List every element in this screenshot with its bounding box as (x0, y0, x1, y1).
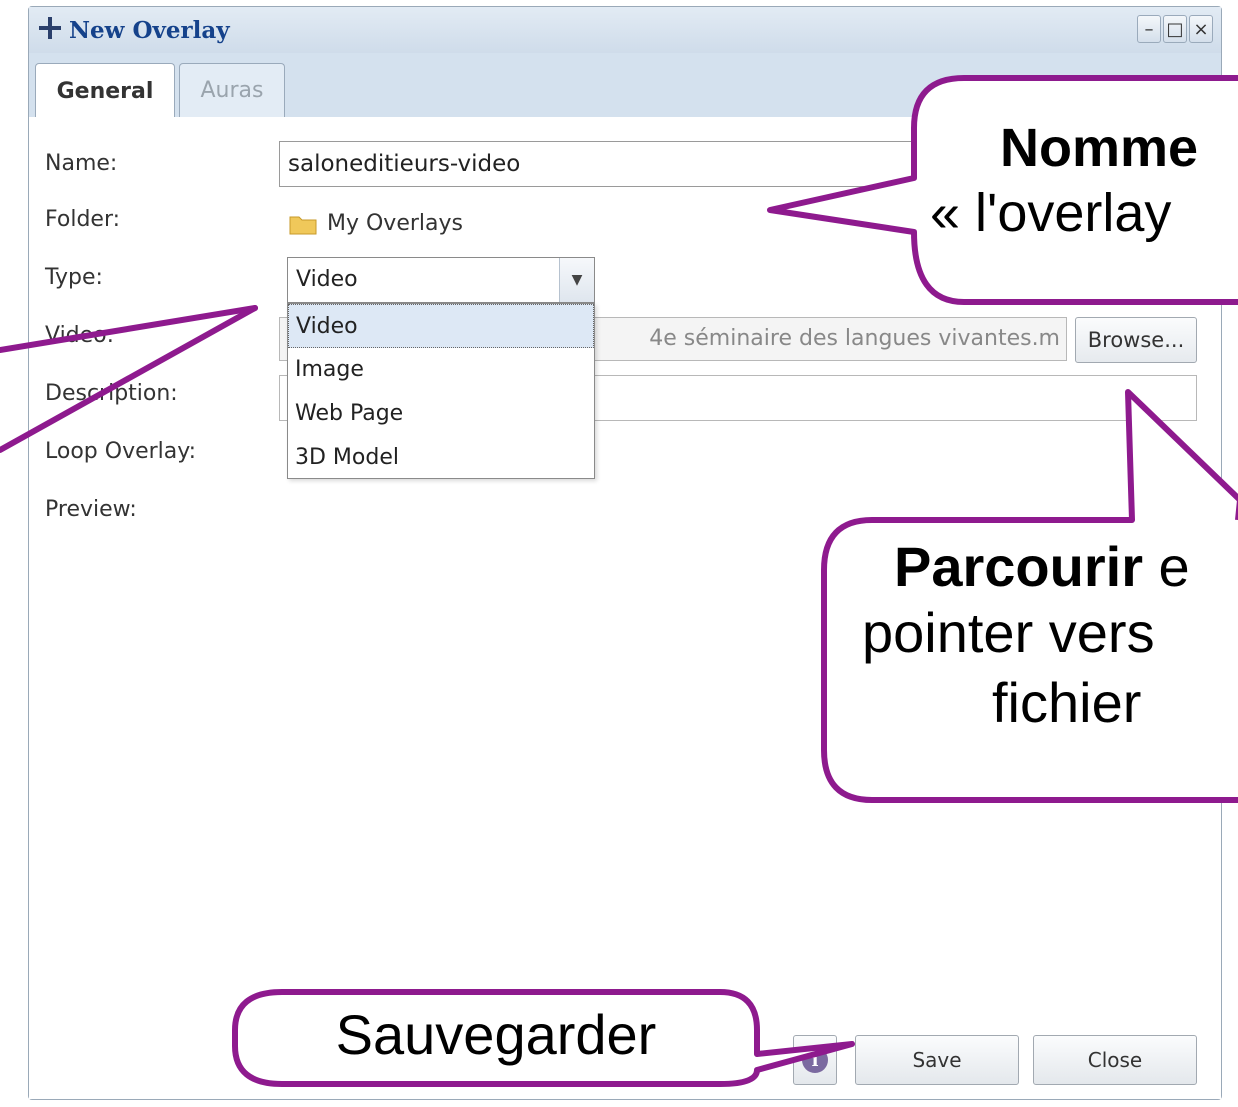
title-bar: New Overlay – □ × (29, 7, 1221, 53)
type-select[interactable]: Video ▼ (287, 257, 595, 303)
type-select-value: Video (296, 267, 358, 292)
folder-label: Folder: (45, 207, 121, 232)
tab-auras[interactable]: Auras (179, 63, 285, 117)
type-option-3d-model[interactable]: 3D Model (288, 436, 594, 480)
loop-overlay-label: Loop Overlay: (45, 439, 197, 464)
folder-value: My Overlays (327, 211, 463, 236)
type-option-image[interactable]: Image (288, 348, 594, 392)
close-button[interactable]: Close (1033, 1035, 1197, 1085)
type-dropdown-list: Video Image Web Page 3D Model (287, 303, 595, 479)
name-callout-title: Nomme (1000, 118, 1199, 178)
chevron-down-icon[interactable]: ▼ (559, 258, 594, 302)
type-option-video[interactable]: Video (288, 304, 594, 348)
maximize-button[interactable]: □ (1163, 15, 1187, 43)
type-option-web-page[interactable]: Web Page (288, 392, 594, 436)
name-label: Name: (45, 151, 118, 176)
video-file-value: 4e séminaire des langues vivantes.m (649, 326, 1060, 351)
folder-icon (289, 216, 317, 234)
folder-selector[interactable]: My Overlays (289, 211, 463, 236)
info-button[interactable]: i (793, 1035, 837, 1085)
browse-callout-title: Parcourir e (894, 535, 1190, 598)
plus-icon (39, 17, 61, 39)
close-window-button[interactable]: × (1189, 15, 1213, 43)
save-callout-text: Sauvegarder (335, 1003, 657, 1066)
info-icon: i (802, 1047, 828, 1073)
window-title: New Overlay (69, 17, 230, 44)
name-input[interactable]: saloneditieurs-video (279, 141, 919, 187)
video-label: Video: (45, 323, 115, 348)
browse-button[interactable]: Browse... (1075, 317, 1197, 363)
browse-callout-line2: pointer vers (862, 601, 1155, 664)
tab-strip: General Auras (29, 53, 1221, 118)
save-button[interactable]: Save (855, 1035, 1019, 1085)
tab-general[interactable]: General (35, 63, 175, 118)
type-label: Type: (45, 265, 103, 290)
name-callout-subtitle: « l'overlay (930, 183, 1172, 243)
minimize-button[interactable]: – (1137, 15, 1161, 43)
browse-callout-line3: fichier (992, 671, 1142, 734)
preview-label: Preview: (45, 497, 137, 522)
description-label: Description: (45, 381, 178, 406)
